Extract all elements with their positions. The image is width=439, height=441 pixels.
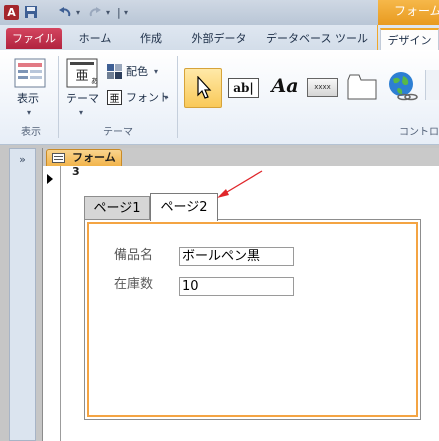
field-label-item-name: 備品名: [114, 248, 154, 263]
colors-button-label[interactable]: 配色: [126, 65, 148, 79]
field-label-stock-count: 在庫数: [114, 277, 154, 292]
fonts-icon[interactable]: 亜: [107, 90, 122, 105]
tab-database-tools[interactable]: データベース ツール: [262, 28, 372, 49]
redo-dropdown-icon[interactable]: ▾: [106, 5, 110, 20]
document-tab-label: フォーム3: [72, 151, 116, 178]
title-bar: A ▾ ▾ | ▾ フォーム: [0, 0, 439, 25]
theme-group-label: テーマ: [103, 127, 133, 138]
stock-count-textbox[interactable]: 10: [179, 277, 294, 296]
label-control-icon[interactable]: Aa: [268, 74, 302, 98]
document-tab-form3[interactable]: フォーム3: [46, 149, 122, 178]
group-separator: [177, 56, 178, 138]
tab-create[interactable]: 作成: [130, 28, 172, 49]
qat-separator: |: [117, 6, 121, 19]
record-selector-column: [43, 166, 61, 441]
textbox-control-icon[interactable]: ab|: [228, 78, 259, 98]
tab-home[interactable]: ホーム: [72, 28, 118, 49]
contextual-tab-divider: [377, 25, 378, 50]
ribbon: 表示 ▾ 表示 亜 あ テーマ ▾ 配色 ▾ 亜 フォント ▾ テーマ ab| …: [0, 50, 439, 145]
colors-icon[interactable]: [107, 64, 122, 79]
view-button-label[interactable]: 表示: [17, 92, 39, 106]
contextual-tab-title: フォーム: [378, 0, 439, 25]
tab-file[interactable]: ファイル: [6, 28, 62, 49]
navigation-pane[interactable]: »: [9, 148, 36, 441]
access-logo-icon[interactable]: A: [4, 5, 19, 20]
svg-text:あ: あ: [91, 77, 98, 85]
group-separator: [58, 56, 59, 138]
button-control-icon[interactable]: xxxx: [307, 78, 338, 97]
theme-icon[interactable]: 亜 あ: [66, 58, 98, 88]
save-icon[interactable]: [24, 5, 38, 20]
colors-dropdown-icon[interactable]: ▾: [154, 65, 158, 79]
document-tab-strip: フォーム3: [43, 148, 439, 178]
view-icon[interactable]: [14, 58, 46, 88]
svg-text:亜: 亜: [110, 94, 120, 105]
undo-dropdown-icon[interactable]: ▾: [76, 5, 80, 20]
navigation-pane-toggle[interactable]: »: [10, 151, 35, 169]
tab-control-icon[interactable]: [347, 74, 377, 100]
select-pointer-icon: [197, 76, 212, 99]
fonts-dropdown-icon[interactable]: ▾: [164, 91, 168, 105]
form-icon: [52, 153, 65, 163]
item-name-textbox[interactable]: ボールペン黒: [179, 247, 294, 266]
view-group-label: 表示: [21, 127, 41, 138]
redo-icon[interactable]: [88, 5, 102, 20]
tab-page-1[interactable]: ページ1: [84, 196, 150, 220]
theme-dropdown-icon[interactable]: ▾: [79, 106, 83, 120]
svg-text:亜: 亜: [75, 69, 88, 84]
theme-button-label[interactable]: テーマ: [66, 92, 99, 106]
undo-icon[interactable]: [58, 5, 72, 20]
controls-gallery-edge: [425, 70, 439, 100]
tab-design[interactable]: デザイン: [380, 28, 439, 50]
view-dropdown-icon[interactable]: ▾: [27, 106, 31, 120]
select-pointer-button[interactable]: [184, 68, 222, 108]
ribbon-tab-row: ファイル ホーム 作成 外部データ データベース ツール デザイン: [0, 25, 439, 50]
tab-page-2[interactable]: ページ2: [150, 193, 218, 221]
hyperlink-icon[interactable]: [386, 70, 418, 102]
controls-group-label: コントロ: [399, 127, 439, 138]
current-record-arrow-icon: [47, 174, 53, 184]
customize-qat-icon[interactable]: ▾: [124, 5, 128, 20]
tab-external-data[interactable]: 外部データ: [184, 28, 254, 49]
